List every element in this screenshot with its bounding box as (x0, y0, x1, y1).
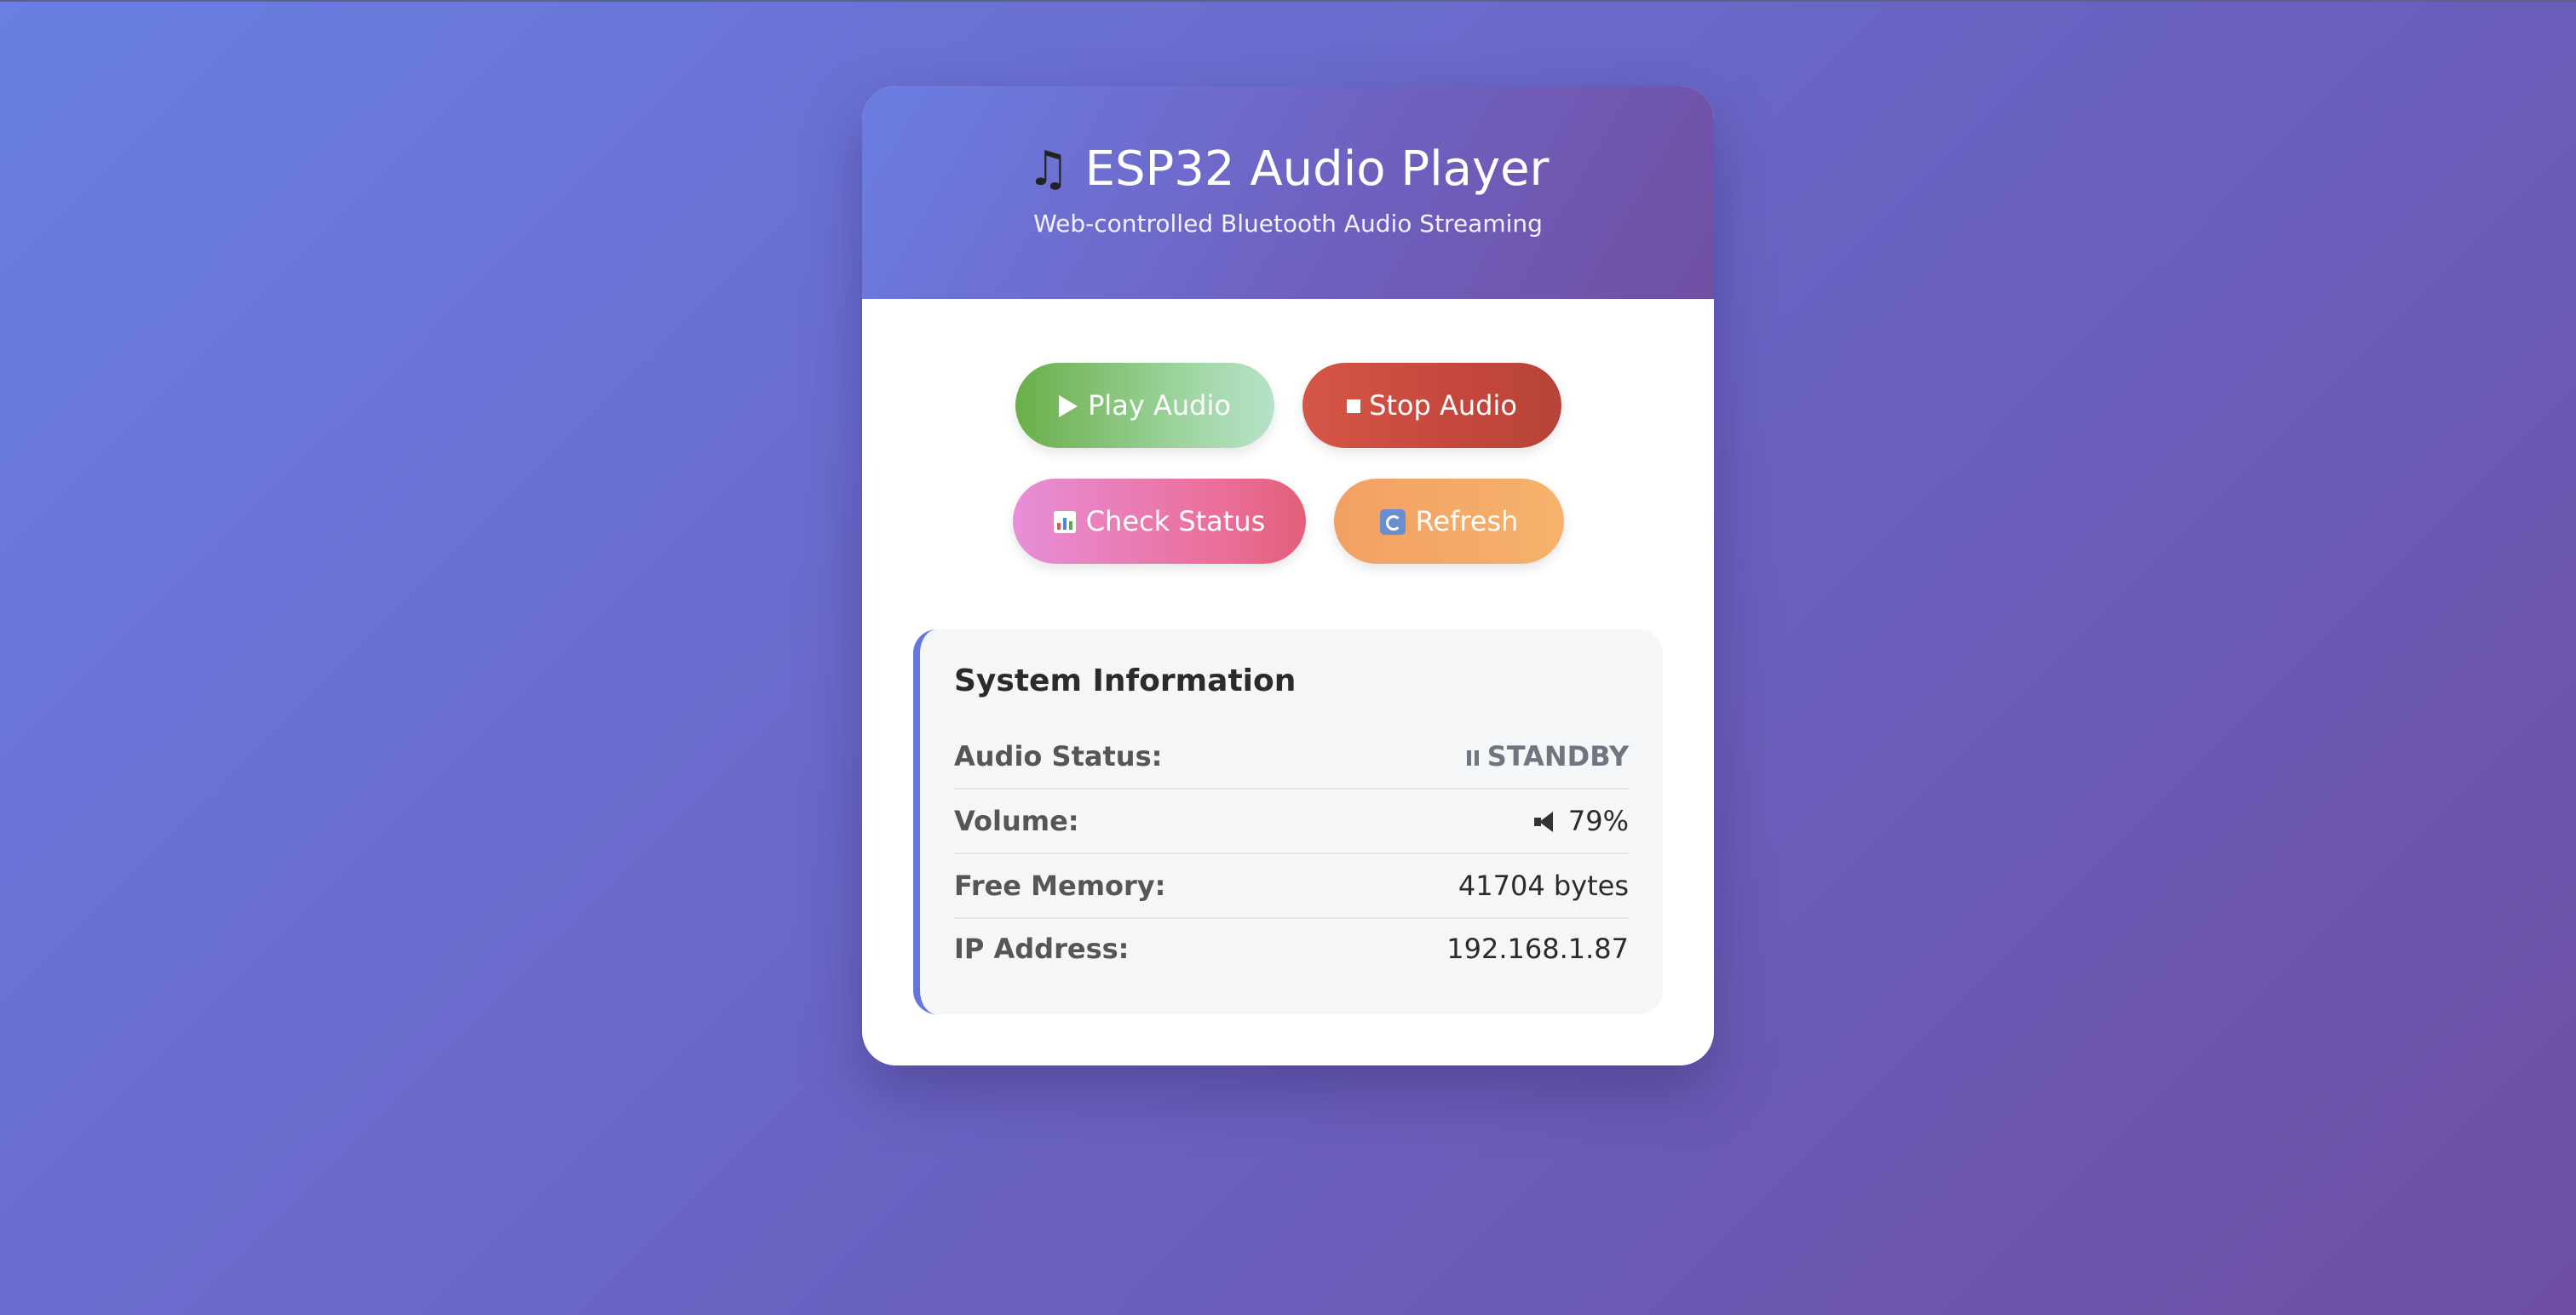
page-title-text: ESP32 Audio Player (1084, 141, 1550, 197)
speaker-icon (1532, 810, 1558, 834)
pause-icon (1466, 750, 1479, 766)
info-row-ip-address: IP Address: 192.168.1.87 (954, 919, 1629, 982)
check-status-button[interactable]: Check Status (1013, 479, 1306, 564)
musical-note-icon: ♫ (1026, 141, 1070, 197)
stop-icon (1347, 399, 1361, 413)
card-header: ♫ ESP32 Audio Player Web-controlled Bluet… (862, 86, 1714, 299)
audio-status-text: STANDBY (1486, 740, 1629, 772)
stop-audio-label: Stop Audio (1369, 389, 1517, 422)
page-title: ♫ ESP32 Audio Player (862, 86, 1714, 198)
player-card: ♫ ESP32 Audio Player Web-controlled Bluet… (862, 86, 1714, 1065)
volume-value: 79% (1532, 805, 1629, 837)
system-information-title: System Information (954, 663, 1297, 698)
check-status-label: Check Status (1085, 505, 1266, 537)
info-row-free-memory: Free Memory: 41704 bytes (954, 856, 1629, 919)
refresh-button[interactable]: Refresh (1334, 479, 1564, 564)
free-memory-value: 41704 bytes (1458, 870, 1629, 902)
system-information-panel: System Information Audio Status: STANDBY… (913, 629, 1663, 1014)
bar-chart-icon (1053, 511, 1076, 533)
info-label: Audio Status: (954, 740, 1163, 772)
ip-address-value: 192.168.1.87 (1446, 933, 1629, 965)
play-audio-button[interactable]: Play Audio (1015, 363, 1274, 448)
top-border (0, 0, 2576, 2)
play-icon (1059, 395, 1078, 417)
refresh-label: Refresh (1415, 505, 1519, 537)
audio-status-value: STANDBY (1466, 740, 1629, 772)
refresh-icon (1379, 509, 1406, 535)
info-label: Volume: (954, 805, 1079, 837)
stop-audio-button[interactable]: Stop Audio (1302, 363, 1561, 448)
play-audio-label: Play Audio (1088, 389, 1231, 422)
page-subtitle: Web-controlled Bluetooth Audio Streaming (1033, 210, 1543, 238)
volume-text: 79% (1567, 805, 1629, 837)
info-label: Free Memory: (954, 870, 1166, 902)
info-row-volume: Volume: 79% (954, 791, 1629, 854)
info-row-audio-status: Audio Status: STANDBY (954, 726, 1629, 790)
info-label: IP Address: (954, 933, 1130, 965)
